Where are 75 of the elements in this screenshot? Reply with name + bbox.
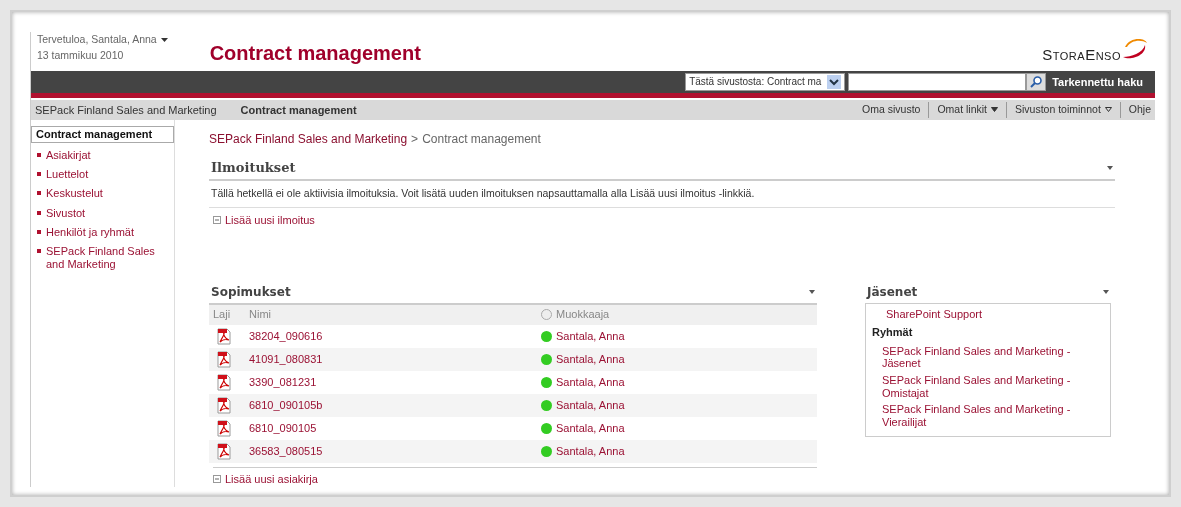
breadcrumb-link[interactable]: SEPack Finland Sales and Marketing bbox=[209, 131, 408, 146]
presence-icon bbox=[541, 309, 552, 320]
caret-icon bbox=[991, 107, 998, 113]
sidebar-item[interactable]: Keskustelut bbox=[46, 187, 103, 201]
bullet-icon bbox=[37, 229, 41, 234]
top-nav-tab[interactable]: SEPack Finland Sales and Marketing bbox=[35, 101, 217, 119]
document-link[interactable]: 38204_090616 bbox=[249, 327, 541, 345]
add-icon bbox=[213, 474, 221, 483]
pdf-file-icon bbox=[217, 350, 231, 368]
breadcrumb-separator: > bbox=[411, 131, 419, 146]
scope-text: Tästä sivustosta: Contract ma bbox=[689, 74, 823, 89]
sidebar-item[interactable]: Luettelot bbox=[46, 168, 89, 182]
bullet-icon bbox=[37, 248, 41, 253]
group-link[interactable]: SEPack Finland Sales and Marketing - Omistajat bbox=[882, 373, 1106, 400]
caret-icon bbox=[1104, 107, 1112, 113]
document-link[interactable]: 3390_081231 bbox=[249, 373, 541, 391]
site-title: Contract management bbox=[209, 41, 421, 66]
add-icon bbox=[213, 216, 221, 225]
sidebar-item[interactable]: SEPack Finland Sales and Marketing bbox=[46, 244, 170, 272]
breadcrumb-current: Contract management bbox=[422, 131, 541, 146]
pdf-file-icon bbox=[217, 442, 231, 460]
user-link[interactable]: Santala, Anna bbox=[556, 442, 625, 460]
column-header: Nimi bbox=[249, 307, 272, 323]
web-part-title: Sopimukset bbox=[211, 283, 291, 301]
groups-heading: Ryhmät bbox=[871, 325, 914, 341]
group-link[interactable]: SEPack Finland Sales and Marketing - Jäsenet bbox=[882, 344, 1106, 370]
user-link[interactable]: Santala, Anna bbox=[556, 350, 625, 368]
top-nav-tab[interactable]: Contract management bbox=[240, 101, 357, 119]
user-link[interactable]: Santala, Anna bbox=[556, 327, 625, 345]
menu-arrow-icon[interactable] bbox=[1103, 289, 1109, 294]
site-link[interactable]: Oma sivusto bbox=[862, 102, 921, 118]
pdf-file-icon bbox=[217, 373, 231, 391]
caret-icon bbox=[160, 37, 168, 42]
user-link[interactable]: Santala, Anna bbox=[556, 373, 625, 391]
site-link[interactable]: Sivuston toiminnot bbox=[1015, 102, 1101, 118]
document-link[interactable]: 6810_090105b bbox=[249, 396, 541, 414]
column-header: Muokkaaja bbox=[556, 307, 610, 323]
add-announcement-link[interactable]: Lisää uusi ilmoitus bbox=[225, 212, 315, 229]
column-header: Laji bbox=[212, 307, 232, 323]
web-part-title: Ilmoitukset bbox=[211, 158, 296, 177]
sidebar-item[interactable]: Henkilöt ja ryhmät bbox=[46, 225, 135, 239]
scope-dropdown[interactable]: Tästä sivustosta: Contract ma bbox=[685, 72, 846, 91]
advanced-search-link[interactable]: Tarkennettu haku bbox=[1052, 73, 1143, 91]
bullet-icon bbox=[37, 172, 41, 177]
search-icon bbox=[1030, 75, 1043, 88]
site-link[interactable]: Ohje bbox=[1128, 102, 1151, 118]
user-link[interactable]: Santala, Anna bbox=[556, 419, 625, 437]
add-document-link[interactable]: Lisää uusi asiakirja bbox=[225, 470, 318, 487]
quick-launch-heading[interactable]: Contract management bbox=[31, 125, 174, 143]
pdf-file-icon bbox=[217, 419, 231, 437]
member-link[interactable]: SharePoint Support bbox=[886, 307, 982, 320]
bullet-icon bbox=[37, 152, 41, 157]
swoosh-icon bbox=[1121, 36, 1149, 61]
document-link[interactable]: 41091_080831 bbox=[249, 350, 541, 368]
announcement-message: Tällä hetkellä ei ole aktiivisia ilmoituksia. Voit lisätä uuden ilmoituksen napsauttamalla alla Lisää uusi ilmoitus -linkkiä. bbox=[209, 181, 1115, 208]
pdf-file-icon bbox=[217, 327, 231, 345]
bullet-icon bbox=[37, 191, 41, 196]
sidebar-item[interactable]: Asiakirjat bbox=[46, 148, 91, 163]
menu-arrow-icon[interactable] bbox=[809, 289, 815, 294]
welcome-menu[interactable]: Tervetuloa, Santala, Anna bbox=[37, 32, 157, 48]
date-text: 13 tammikuu 2010 bbox=[37, 47, 125, 63]
document-link[interactable]: 36583_080515 bbox=[249, 442, 541, 460]
sidebar-item[interactable]: Sivustot bbox=[46, 206, 86, 220]
pdf-file-icon bbox=[217, 396, 231, 414]
search-field[interactable] bbox=[848, 72, 1027, 91]
dropdown-icon bbox=[827, 74, 842, 89]
menu-arrow-icon[interactable] bbox=[1107, 165, 1113, 170]
document-link[interactable]: 6810_090105 bbox=[249, 419, 541, 437]
bullet-icon bbox=[37, 210, 41, 215]
web-part-title: Jäsenet bbox=[867, 283, 918, 301]
site-link[interactable]: Omat linkit bbox=[937, 102, 987, 118]
search-button[interactable] bbox=[1026, 72, 1047, 91]
user-link[interactable]: Santala, Anna bbox=[556, 396, 625, 414]
group-link[interactable]: SEPack Finland Sales and Marketing - Vierailijat bbox=[882, 403, 1106, 429]
logo-text: StoraEnso bbox=[1042, 45, 1121, 66]
